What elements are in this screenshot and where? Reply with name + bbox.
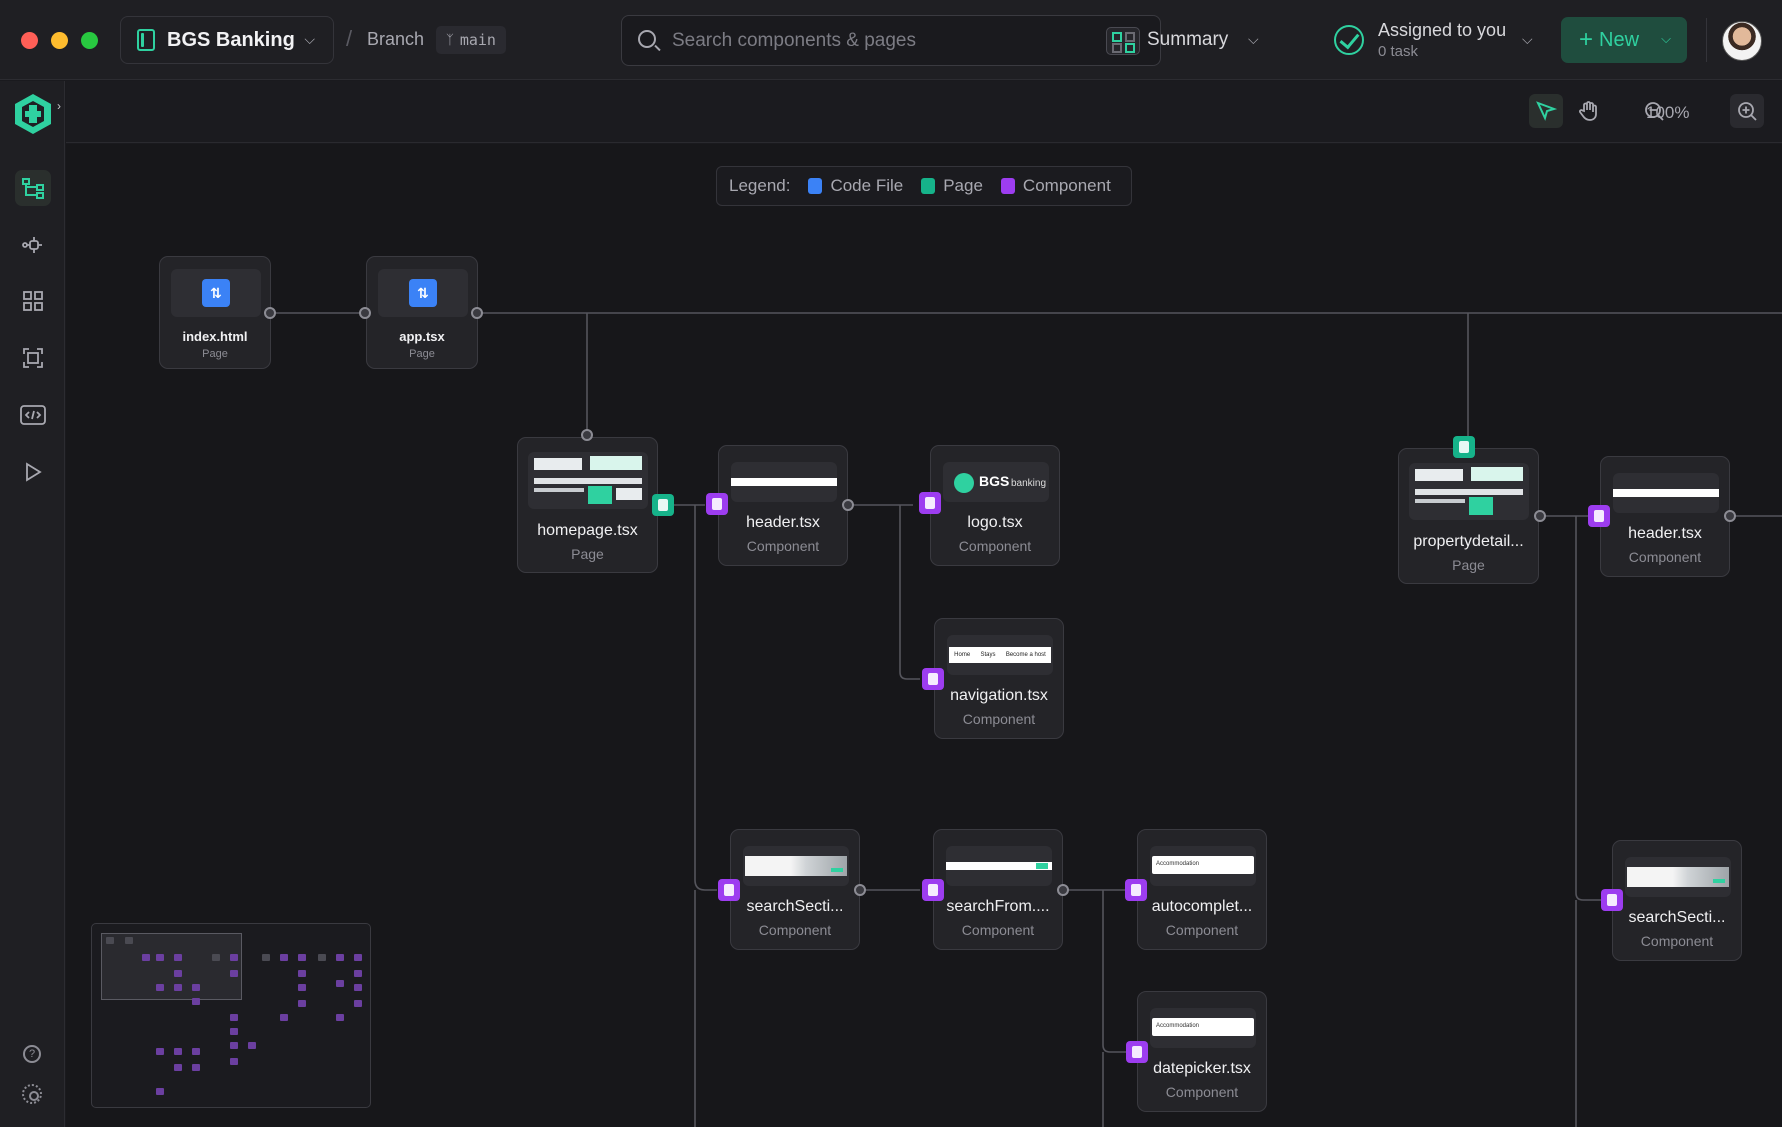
component-thumbnail — [946, 846, 1052, 886]
component-port-icon[interactable] — [922, 879, 944, 901]
node-type: Page — [202, 348, 228, 360]
node-type: Component — [1640, 933, 1714, 949]
legend-label: Legend: — [729, 176, 791, 195]
brand-sub: banking — [1011, 478, 1047, 489]
output-port[interactable] — [471, 307, 483, 319]
component-port-icon[interactable] — [922, 668, 944, 690]
node-title: logo.tsx — [967, 514, 1023, 531]
node-title: index.html — [182, 329, 248, 344]
component-port-icon[interactable] — [1125, 879, 1147, 901]
page-port-icon[interactable] — [1453, 436, 1475, 458]
node-type: Page — [1452, 557, 1485, 573]
node-title: searchSecti... — [746, 898, 844, 915]
node-type: Component — [958, 538, 1032, 554]
component-thumbnail — [731, 462, 837, 502]
node-title: propertydetail... — [1413, 533, 1524, 550]
component-port-icon[interactable] — [919, 492, 941, 514]
legend-item-page: Page — [921, 176, 983, 196]
node-title: autocomplet... — [1151, 898, 1253, 915]
node-title: searchFrom.... — [946, 898, 1050, 915]
component-port-icon[interactable] — [706, 493, 728, 515]
component-port-icon[interactable] — [1588, 505, 1610, 527]
component-thumbnail: Accommodation — [1150, 1008, 1256, 1048]
node-header-tsx-2[interactable]: header.tsx Component — [1600, 456, 1730, 577]
code-file-icon: ⇅ — [409, 279, 437, 307]
component-thumbnail — [1625, 857, 1731, 897]
node-index-html[interactable]: ⇅ index.html Page — [159, 256, 271, 369]
node-search-form[interactable]: searchFrom.... Component — [933, 829, 1063, 950]
node-search-section[interactable]: searchSecti... Component — [730, 829, 860, 950]
component-port-icon[interactable] — [718, 879, 740, 901]
node-logo-tsx[interactable]: BGS banking logo.tsx Component — [930, 445, 1060, 566]
output-port[interactable] — [1057, 884, 1069, 896]
node-type: Component — [758, 922, 832, 938]
node-header-tsx[interactable]: header.tsx Component — [718, 445, 848, 566]
node-propertydetail[interactable]: propertydetail... Page — [1398, 448, 1539, 584]
node-title: homepage.tsx — [537, 522, 638, 539]
page-port-icon[interactable] — [652, 494, 674, 516]
page-icon — [921, 178, 936, 194]
node-type: Component — [746, 538, 820, 554]
node-title: header.tsx — [1628, 525, 1702, 542]
brand-text: BGS — [979, 473, 1010, 489]
component-thumbnail — [743, 846, 849, 886]
node-type: Component — [961, 922, 1035, 938]
node-type: Component — [1165, 1084, 1239, 1100]
input-port[interactable] — [581, 429, 593, 441]
page-thumbnail — [528, 452, 648, 509]
node-navigation-tsx[interactable]: Home Stays Become a host navigation.tsx … — [934, 618, 1064, 739]
node-title: app.tsx — [399, 329, 445, 344]
output-port[interactable] — [264, 307, 276, 319]
node-homepage-tsx[interactable]: homepage.tsx Page — [517, 437, 658, 573]
input-port[interactable] — [359, 307, 371, 319]
node-autocomplete[interactable]: Accommodation autocomplet... Component — [1137, 829, 1267, 950]
node-type: Component — [1628, 549, 1702, 565]
node-type: Component — [962, 711, 1036, 727]
node-type: Page — [409, 348, 435, 360]
component-thumbnail: Home Stays Become a host — [947, 635, 1053, 675]
code-file-icon — [808, 178, 823, 194]
node-type: Component — [1165, 922, 1239, 938]
minimap[interactable] — [91, 923, 371, 1108]
node-title: datepicker.tsx — [1153, 1060, 1251, 1077]
output-port[interactable] — [1534, 510, 1546, 522]
node-title: header.tsx — [746, 514, 820, 531]
minimap-viewport[interactable] — [101, 933, 242, 1000]
node-title: searchSecti... — [1628, 909, 1726, 926]
component-port-icon[interactable] — [1126, 1041, 1148, 1063]
component-icon — [1000, 178, 1015, 194]
node-search-section-2[interactable]: searchSecti... Component — [1612, 840, 1742, 961]
component-thumbnail: Accommodation — [1150, 846, 1256, 886]
logo-mark-icon — [954, 473, 974, 493]
node-type: Page — [571, 546, 604, 562]
component-thumbnail: BGS banking — [943, 462, 1049, 502]
node-datepicker[interactable]: Accommodation datepicker.tsx Component — [1137, 991, 1267, 1112]
legend-item-code-file: Code File — [808, 176, 903, 196]
code-file-icon: ⇅ — [202, 279, 230, 307]
node-app-tsx[interactable]: ⇅ app.tsx Page — [366, 256, 478, 369]
component-port-icon[interactable] — [1601, 889, 1623, 911]
legend-item-component: Component — [1000, 176, 1111, 196]
output-port[interactable] — [842, 499, 854, 511]
output-port[interactable] — [854, 884, 866, 896]
legend: Legend: Code File Page Component — [716, 166, 1132, 206]
component-thumbnail — [1613, 473, 1719, 513]
node-title: navigation.tsx — [950, 687, 1048, 704]
page-thumbnail — [1409, 463, 1529, 520]
output-port[interactable] — [1724, 510, 1736, 522]
